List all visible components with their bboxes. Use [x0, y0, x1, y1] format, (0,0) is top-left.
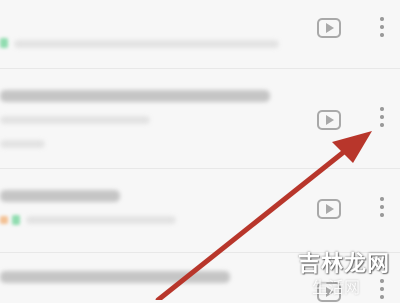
- watermark-sub: 生活网: [311, 278, 360, 297]
